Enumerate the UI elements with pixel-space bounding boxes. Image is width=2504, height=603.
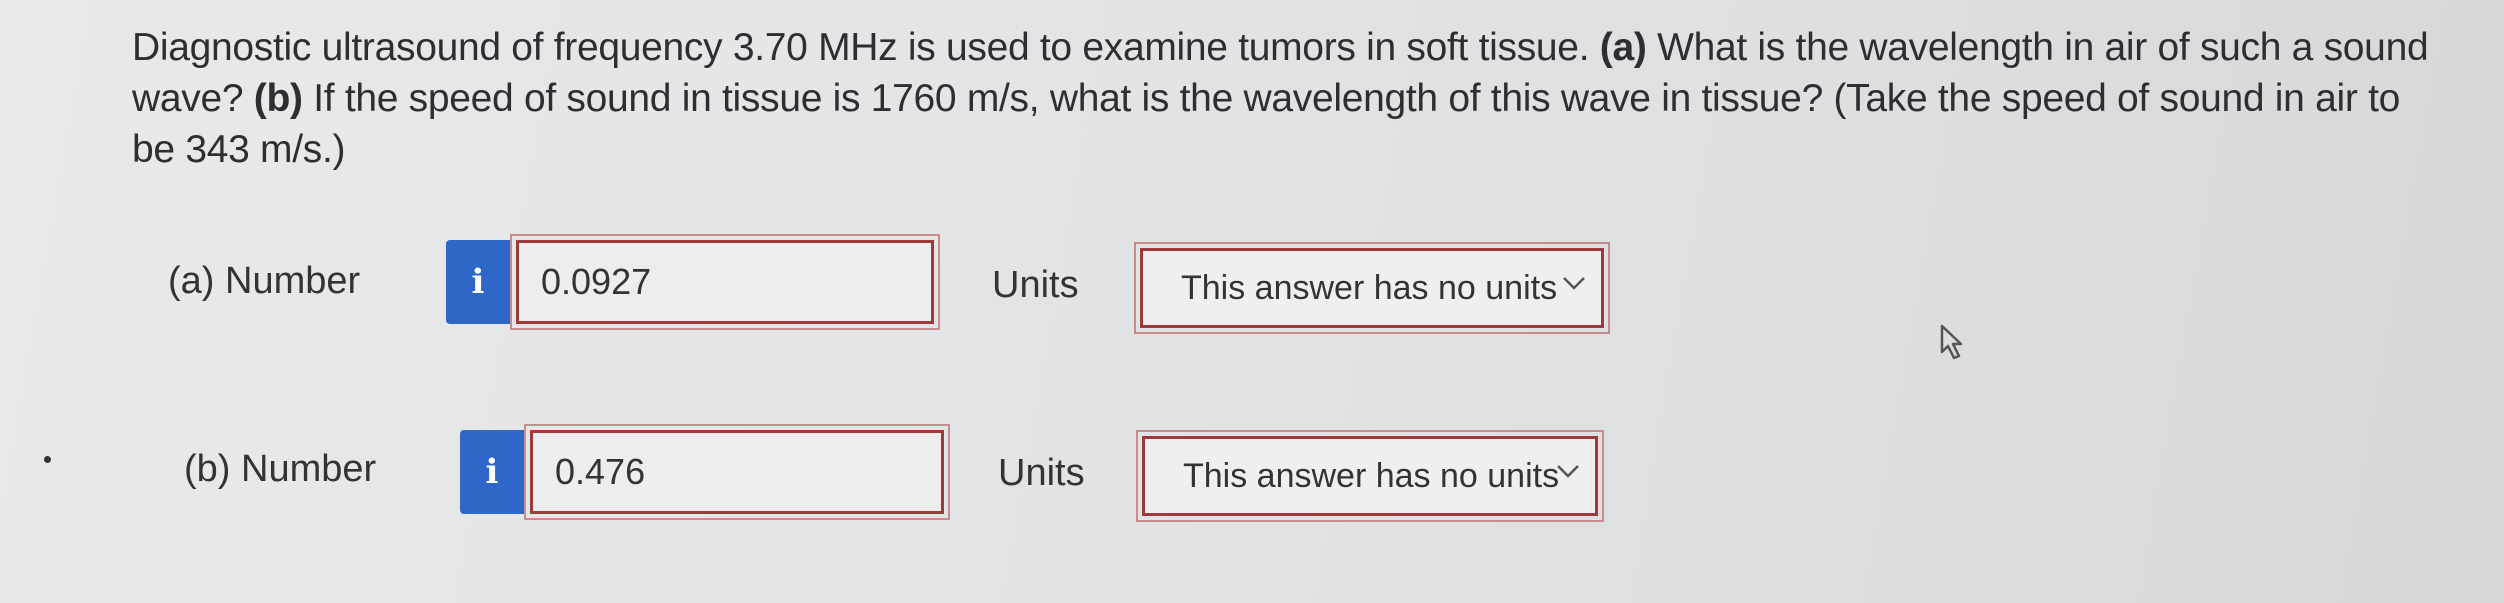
question-intro: Diagnostic ultrasound of frequency 3.70 …	[132, 26, 1600, 69]
part-b-tag: (b)	[253, 77, 303, 120]
part-b-units-label: Units	[998, 452, 1085, 494]
part-a-number-input[interactable]: 0.0927	[510, 234, 940, 330]
part-a-tag: (a)	[1599, 26, 1647, 69]
part-a-number-label: (a) Number	[168, 260, 361, 302]
part-a-units-select[interactable]: This answer has no units	[1134, 242, 1610, 334]
answer-row-a: (a) Number i 0.0927 Units This answer ha…	[0, 234, 1700, 334]
chevron-down-icon	[1563, 277, 1585, 290]
part-b-number-label: (b) Number	[184, 448, 377, 490]
info-icon[interactable]: i	[460, 430, 524, 514]
part-b-number-input[interactable]: 0.476	[524, 424, 950, 520]
part-b-units-value: This answer has no units	[1183, 456, 1560, 495]
chevron-down-icon	[1557, 465, 1579, 478]
question-text: Diagnostic ultrasound of frequency 3.70 …	[132, 22, 2432, 175]
bullet-dot	[44, 456, 51, 463]
info-icon[interactable]: i	[446, 240, 510, 324]
part-b-text: If the speed of sound in tissue is 1760 …	[132, 77, 2400, 171]
part-b-units-select[interactable]: This answer has no units	[1136, 430, 1604, 522]
part-a-units-value: This answer has no units	[1181, 268, 1558, 307]
part-a-units-label: Units	[992, 264, 1079, 306]
mouse-cursor-icon	[1940, 324, 1963, 360]
answer-row-b: (b) Number i 0.476 Units This answer has…	[0, 424, 1700, 522]
